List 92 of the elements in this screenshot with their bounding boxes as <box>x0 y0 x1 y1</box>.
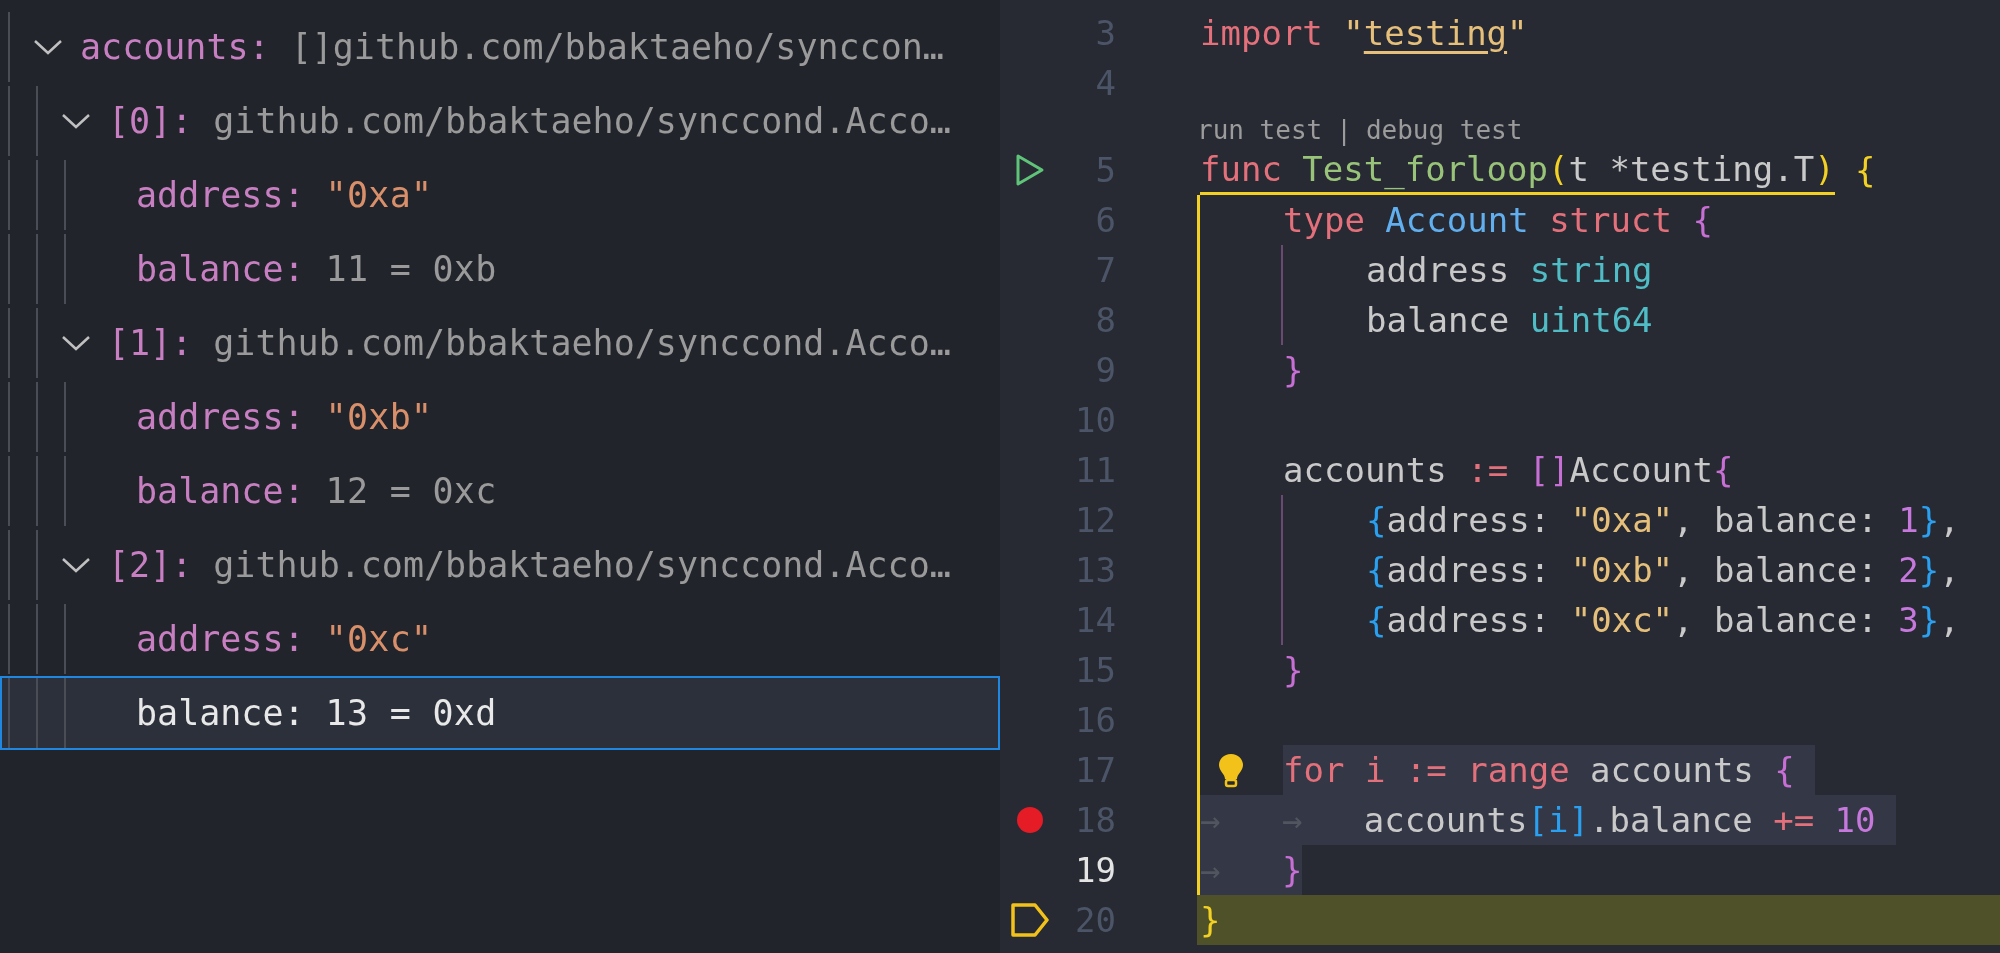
code-token: } <box>1281 845 1303 895</box>
breakpoint-icon[interactable] <box>1016 806 1044 834</box>
code-token: , <box>1939 599 1960 642</box>
code-token: { <box>1774 745 1816 795</box>
line-number: 19 <box>1074 850 1116 890</box>
variable-value: "0xa" <box>325 175 433 215</box>
variable-name: address: <box>136 397 305 437</box>
code-token: { <box>1854 149 1876 192</box>
run-test-link[interactable]: run test <box>1197 115 1323 145</box>
code-token: , balance: <box>1673 599 1879 642</box>
code-token: } <box>1918 549 1940 592</box>
variable-name: address: <box>136 619 305 659</box>
code-token: , balance: <box>1673 499 1879 542</box>
variable-name: accounts: <box>80 27 270 67</box>
code-token: , <box>1939 549 1960 592</box>
code-token: { <box>1366 549 1387 592</box>
code-token: , balance: <box>1673 549 1879 592</box>
variable-value: "0xb" <box>325 397 433 437</box>
separator-text: | <box>1336 115 1352 145</box>
chevron-down-icon[interactable] <box>60 111 92 131</box>
code-token: Account <box>1385 199 1530 242</box>
variable-row[interactable]: balance: 13 = 0xd <box>0 676 1000 750</box>
code-token: for i <box>1283 745 1406 795</box>
code-token: ) <box>1814 147 1835 191</box>
code-token: { <box>1712 449 1734 492</box>
code-token: testing <box>1363 12 1508 55</box>
variable-value: 13 = 0xd <box>325 693 497 733</box>
code-token: " <box>1343 12 1364 55</box>
code-token: } <box>1283 349 1304 392</box>
code-token: 3 <box>1898 599 1919 642</box>
code-token: { <box>1692 199 1713 242</box>
code-token: " <box>1507 12 1528 55</box>
variable-value: "0xc" <box>325 619 433 659</box>
code-token: accounts <box>1590 745 1775 795</box>
code-token: func <box>1200 147 1283 191</box>
code-token: t *testing.T <box>1568 147 1815 191</box>
code-token: 2 <box>1898 549 1919 592</box>
code-token: , <box>1939 499 1960 542</box>
variable-value: github.com/bbaktaeho/synccond.Acco… <box>213 101 951 141</box>
variable-name: address: <box>136 175 305 215</box>
code-token: [] <box>1528 449 1570 492</box>
code-token: 1 <box>1898 499 1919 542</box>
variable-name: balance: <box>136 471 305 511</box>
variable-value: 12 = 0xc <box>325 471 497 511</box>
variable-name: [2]: <box>108 545 193 585</box>
code-token: { <box>1366 599 1387 642</box>
code-token: += <box>1773 795 1835 845</box>
code-token: [i] <box>1527 795 1589 845</box>
variable-value: []github.com/bbaktaeho/synccon… <box>290 27 944 67</box>
code-token: address: <box>1386 549 1552 592</box>
variable-name: [0]: <box>108 101 193 141</box>
code-token: ( <box>1548 147 1569 191</box>
code-token: } <box>1283 649 1304 692</box>
code-token: { <box>1366 499 1387 542</box>
lightbulb-icon[interactable] <box>1217 752 1245 788</box>
code-token: accounts <box>1363 795 1528 845</box>
variable-name: balance: <box>136 693 305 733</box>
code-token: range <box>1467 745 1591 795</box>
code-token: "0xb" <box>1570 549 1674 592</box>
code-token: type <box>1283 199 1366 242</box>
code-token: → → <box>1200 795 1364 845</box>
code-token: address <box>1366 249 1511 292</box>
code-token: } <box>1918 599 1940 642</box>
code-token: "0xc" <box>1570 599 1674 642</box>
code-token: uint64 <box>1529 299 1653 342</box>
code-token: "0xa" <box>1570 499 1674 542</box>
variable-value: 11 = 0xb <box>325 249 497 289</box>
chevron-down-icon[interactable] <box>60 333 92 353</box>
code-token: → <box>1200 845 1282 895</box>
play-icon[interactable] <box>1015 153 1045 187</box>
code-token: 10 <box>1834 795 1897 845</box>
code-token: accounts <box>1283 449 1448 492</box>
variable-value: github.com/bbaktaeho/synccond.Acco… <box>213 545 951 585</box>
code-token: Test_forloop <box>1302 147 1548 192</box>
chevron-down-icon[interactable] <box>32 37 64 57</box>
code-token: string <box>1529 249 1653 292</box>
variable-value: github.com/bbaktaeho/synccond.Acco… <box>213 323 951 363</box>
code-token: := <box>1405 745 1468 795</box>
code-token: } <box>1918 499 1940 542</box>
code-token: balance <box>1366 299 1511 342</box>
code-token: struct <box>1549 199 1673 242</box>
chevron-down-icon[interactable] <box>60 555 92 575</box>
variable-name: [1]: <box>108 323 193 363</box>
variable-name: balance: <box>136 249 305 289</box>
code-token: Account <box>1569 449 1713 492</box>
code-token: address: <box>1386 599 1552 642</box>
debug-test-link[interactable]: debug test <box>1365 115 1523 145</box>
code-token: } <box>1200 899 1221 942</box>
code-token: := <box>1467 449 1510 492</box>
code-token: address: <box>1386 499 1552 542</box>
code-token: import <box>1200 12 1324 55</box>
code-token: .balance <box>1588 795 1774 845</box>
